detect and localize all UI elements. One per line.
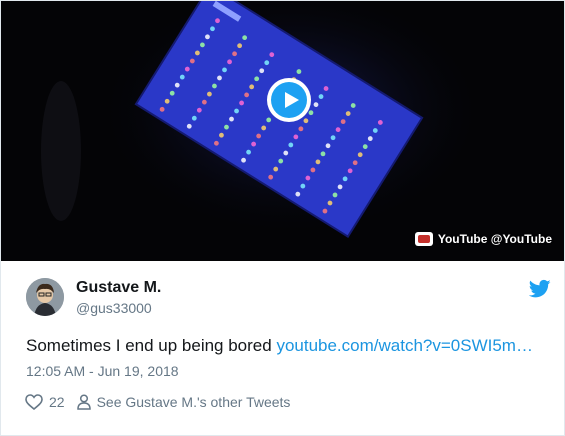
avatar[interactable] (26, 278, 64, 316)
youtube-attribution-label: YouTube @YouTube (437, 232, 552, 246)
tweet-body: Gustave M. @gus33000 Sometimes I end up … (1, 263, 564, 435)
author-name[interactable]: Gustave M. (76, 279, 161, 297)
embedded-tweet: YouTube @YouTube Gustave M. @gus33000 So… (0, 0, 565, 436)
tweet-timestamp[interactable]: 12:05 AM - Jun 19, 2018 (26, 363, 179, 379)
tweet-text-content: Sometimes I end up being bored (26, 336, 277, 355)
tweet-link[interactable]: youtube.com/watch?v=0SWI5m… (276, 336, 533, 355)
video-thumbnail (1, 1, 564, 261)
play-button[interactable] (267, 78, 311, 122)
play-icon (271, 82, 307, 118)
video-player[interactable]: YouTube @YouTube (1, 1, 564, 261)
twitter-bird-icon[interactable] (529, 279, 551, 299)
youtube-attribution[interactable]: YouTube @YouTube (414, 230, 552, 248)
avatar-image (26, 278, 64, 316)
tweet-actions: 22 See Gustave M.'s other Tweets (25, 394, 290, 410)
heart-icon[interactable] (25, 394, 43, 410)
youtube-icon (414, 232, 433, 246)
tweet-text: Sometimes I end up being bored youtube.c… (26, 336, 533, 356)
author-handle[interactable]: @gus33000 (76, 300, 152, 316)
like-count[interactable]: 22 (49, 394, 65, 410)
profile-link[interactable]: See Gustave M.'s other Tweets (97, 394, 291, 410)
person-icon (76, 394, 91, 410)
